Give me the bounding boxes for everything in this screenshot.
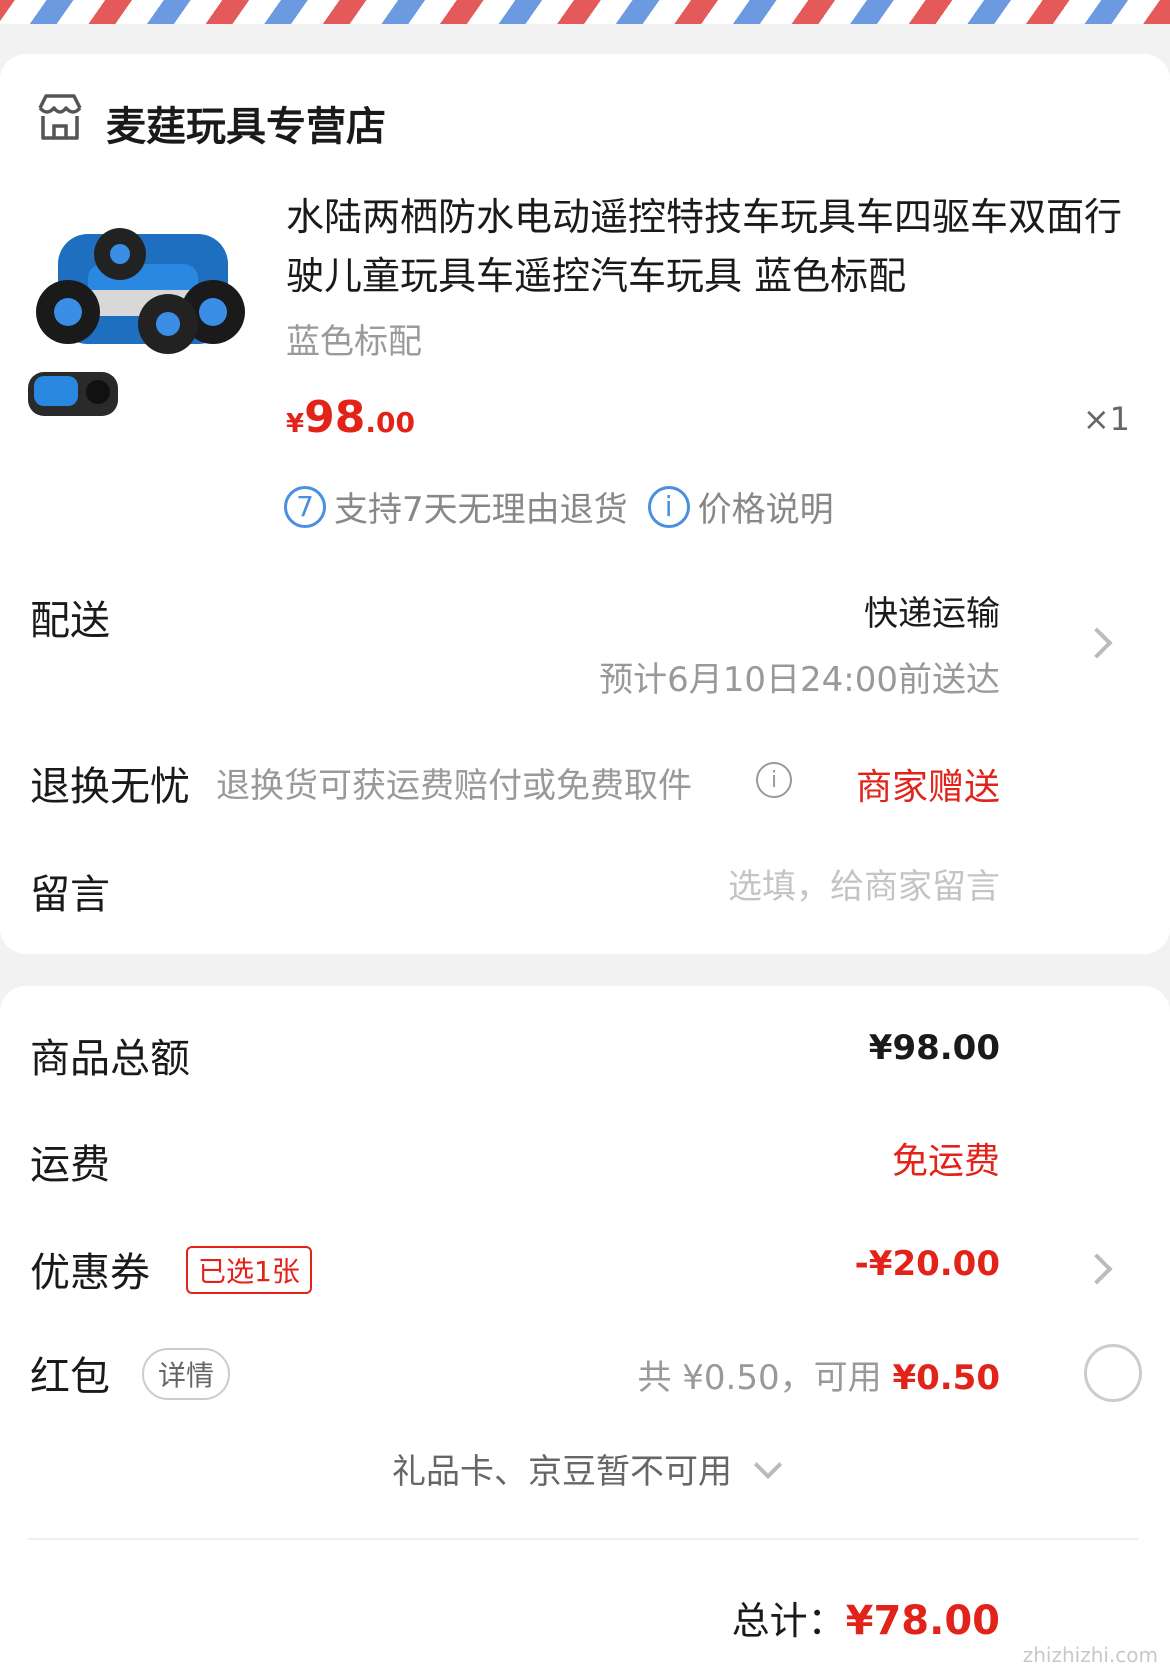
return-guarantee-desc: 退换货可获运费赔付或免费取件 [216,766,692,806]
price-explanation-label[interactable]: 价格说明 [698,482,834,531]
price-summary-card: 商品总额 ¥98.00 运费 免运费 优惠券 已选1张 -¥20.00 红包 详… [0,986,1170,1675]
return-guarantee-value: 商家赠送 [855,767,1000,808]
grand-total: 总计：¥78.00 [732,1590,1000,1645]
grand-total-label: 总计： [731,1599,846,1643]
product-variant: 蓝色标配 [286,322,422,362]
delivery-eta: 预计6月10日24:00前送达 [599,660,1000,700]
delivery-label: 配送 [30,598,110,644]
hongbao-amount: 共 ¥0.50，可用 ¥0.50 [637,1350,1000,1399]
subtotal-value: ¥98.00 [868,1028,1000,1068]
seven-day-return-icon: 7 [284,485,326,528]
grand-total-value: ¥78.00 [845,1598,1000,1644]
product-image[interactable] [28,194,256,422]
chevron-right-icon[interactable] [1081,1253,1113,1285]
delivery-type[interactable]: 快递运输 [864,586,1000,635]
divider [28,1538,1138,1540]
subtotal-label: 商品总额 [30,1036,190,1082]
store-name[interactable]: 麦莛玩具专营店 [106,94,386,152]
chevron-down-icon [753,1450,783,1480]
product-price: ¥98.00 [286,392,415,443]
coupon-value[interactable]: -¥20.00 [855,1244,1000,1284]
gift-card-note-text: 礼品卡、京豆暂不可用 [392,1452,732,1492]
order-item-card: 麦莛玩具专营店 水陆两栖防水电动遥控特技车玩具车四驱车双面行驶儿童玩具车遥控汽车… [0,54,1170,954]
chevron-right-icon[interactable] [1081,627,1113,659]
coupon-selected-badge: 已选1张 [186,1246,312,1294]
hongbao-available-value: ¥0.50 [892,1358,1000,1398]
hongbao-label: 红包 [30,1354,110,1400]
info-icon: i [647,485,690,528]
return-guarantee-label: 退换无忧 [30,764,190,810]
coupon-label: 优惠券 [30,1250,150,1296]
product-title[interactable]: 水陆两栖防水电动遥控特技车玩具车四驱车双面行驶儿童玩具车遥控汽车玩具 蓝色标配 [286,188,1136,306]
service-tags: 7 支持7天无理由退货 i 价格说明 [284,482,834,531]
watermark: zhizhizhi.com [1022,1643,1158,1667]
price-currency: ¥ [286,409,305,439]
airmail-border [0,0,1170,24]
info-icon[interactable]: i [756,762,792,798]
hongbao-detail-button[interactable]: 详情 [142,1348,231,1400]
seven-day-return-label[interactable]: 支持7天无理由退货 [334,482,628,531]
gift-card-note[interactable]: 礼品卡、京豆暂不可用 [0,1444,1170,1493]
hongbao-total-text: 共 ¥0.50，可用 [637,1358,882,1398]
product-quantity: ×1 [1082,400,1130,438]
shipping-label: 运费 [30,1142,110,1188]
message-input[interactable] [620,862,1000,912]
message-label: 留言 [30,872,110,918]
price-integer: 98 [304,392,366,443]
shipping-value: 免运费 [891,1141,1000,1182]
price-decimal: .00 [365,406,415,439]
hongbao-radio[interactable] [1084,1344,1142,1402]
store-icon [38,94,82,140]
